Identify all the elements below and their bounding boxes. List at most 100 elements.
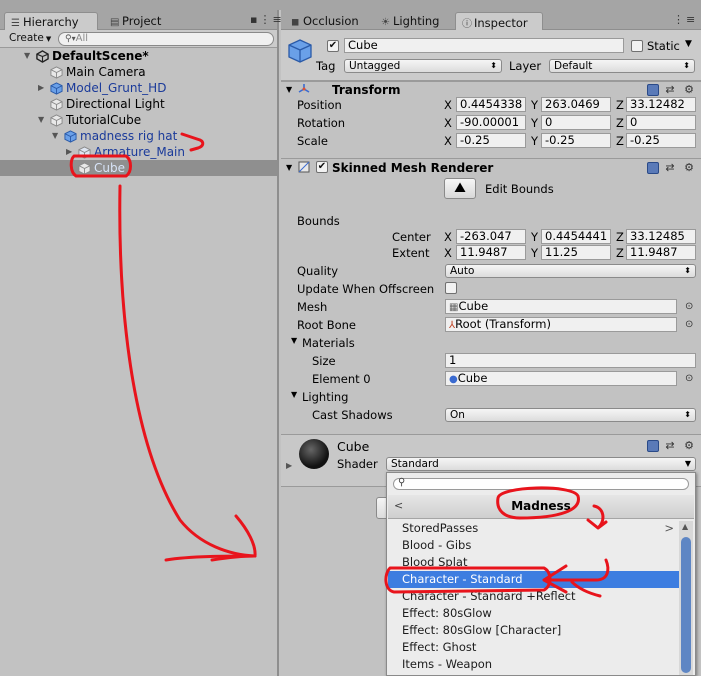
rotation-x-field[interactable]: -90.00001 [456, 115, 526, 130]
popup-scrollbar[interactable]: ▲ [679, 521, 693, 675]
tag-dropdown[interactable]: Untagged ⬍ [344, 59, 502, 73]
shader-dropdown[interactable]: Standard ▼ [386, 457, 696, 471]
expand-arrow-icon[interactable]: ▶ [38, 80, 44, 96]
material-sphere-icon: ● [449, 374, 458, 385]
expand-arrow-icon[interactable]: ▼ [24, 48, 30, 64]
mesh-field[interactable]: ▦Cube [445, 299, 677, 314]
tree-item-cube[interactable]: Cube [0, 160, 277, 176]
panel-menu-icon[interactable]: ⋮≡ [673, 13, 697, 26]
rotation-y-field[interactable]: 0 [541, 115, 611, 130]
position-x-field[interactable]: 0.4454338 [456, 97, 526, 112]
extent-x-field[interactable]: 11.9487 [456, 245, 526, 260]
tree-item-directional-light[interactable]: Directional Light [0, 96, 277, 112]
element0-field[interactable]: ●Cube [445, 371, 677, 386]
tree-item-tutorialcube[interactable]: ▼ TutorialCube [0, 112, 277, 128]
panel-menu-icon[interactable]: ▪⋮≡ [250, 13, 284, 26]
hierarchy-search-input[interactable]: ⚲▾All [58, 32, 274, 46]
y-label: Y [531, 98, 539, 112]
rotation-z-field[interactable]: 0 [626, 115, 696, 130]
scale-x-field[interactable]: -0.25 [456, 133, 526, 148]
materials-size-field[interactable]: 1 [445, 353, 696, 368]
root-bone-field[interactable]: ⅄Root (Transform) [445, 317, 677, 332]
tab-inspector[interactable]: ⓘ Inspector [455, 12, 543, 30]
popup-item[interactable]: Blood Splat [388, 554, 680, 571]
object-picker-icon[interactable]: ⊙ [685, 301, 693, 312]
chevron-down-icon: ▼ [45, 35, 52, 43]
popup-item-label: StoredPasses [402, 521, 479, 535]
tree-item-main-camera[interactable]: Main Camera [0, 64, 277, 80]
element0-label: Element 0 [312, 372, 371, 386]
popup-item[interactable]: Effect: 80sGlow [388, 605, 680, 622]
center-x-field[interactable]: -263.047 [456, 229, 526, 244]
layer-dropdown[interactable]: Default ⬍ [549, 59, 695, 73]
tree-item-armature-main[interactable]: ▶ Armature_Main [0, 144, 277, 160]
static-checkbox[interactable] [631, 40, 643, 52]
tab-hierarchy[interactable]: ☰ Hierarchy [4, 12, 98, 30]
object-picker-icon[interactable]: ⊙ [685, 319, 693, 330]
chevron-down-icon[interactable]: ▼ [685, 39, 692, 49]
popup-item[interactable]: Character - Standard +Reflect [388, 588, 680, 605]
popup-item-highlighted[interactable]: Character - Standard [388, 571, 680, 588]
popup-item[interactable]: StoredPasses > [388, 520, 680, 537]
position-y-field[interactable]: 263.0469 [541, 97, 611, 112]
fold-arrow-icon[interactable]: ▼ [291, 390, 297, 399]
preset-icon[interactable]: ⇄ [665, 83, 677, 96]
prefab-icon [50, 82, 63, 95]
tab-project[interactable]: ▤ Project [104, 12, 174, 30]
settings-gear-icon[interactable]: ⚙ [684, 161, 697, 174]
expand-arrow-icon[interactable]: ▶ [286, 461, 292, 470]
y-label: Y [531, 246, 539, 260]
popup-item[interactable]: Blood - Gibs [388, 537, 680, 554]
object-name-field[interactable]: Cube [344, 38, 624, 53]
preset-icon[interactable]: ⇄ [665, 161, 677, 174]
position-z-field[interactable]: 33.12482 [626, 97, 696, 112]
cast-shadows-dropdown[interactable]: On ⬍ [445, 408, 696, 422]
scroll-up-arrow-icon[interactable]: ▲ [682, 522, 688, 531]
update-offscreen-checkbox[interactable] [445, 282, 457, 294]
tree-item-scene[interactable]: ▼ DefaultScene* [0, 48, 277, 64]
smr-enabled-checkbox[interactable]: ✔ [316, 161, 328, 173]
book-help-icon[interactable] [646, 84, 659, 96]
scale-y-field[interactable]: -0.25 [541, 133, 611, 148]
popup-item[interactable]: Effect: Ghost [388, 639, 680, 656]
center-y-field[interactable]: 0.4454441 [541, 229, 611, 244]
popup-title-bar: < Madness [388, 495, 694, 519]
fold-arrow-icon[interactable]: ▼ [286, 163, 292, 172]
extent-z-field[interactable]: 11.9487 [626, 245, 696, 260]
extent-y-field[interactable]: 11.25 [541, 245, 611, 260]
smr-header[interactable]: ▼ ✔ Skinned Mesh Renderer ⇄ ⚙ [281, 159, 701, 177]
expand-arrow-icon[interactable]: ▼ [52, 128, 58, 144]
occlusion-icon: ◼ [291, 17, 300, 28]
create-dropdown[interactable]: Create ▼ [6, 32, 54, 46]
scale-z-field[interactable]: -0.25 [626, 133, 696, 148]
y-label: Y [531, 134, 539, 148]
fold-arrow-icon[interactable]: ▼ [291, 336, 297, 345]
preset-icon[interactable]: ⇄ [665, 439, 677, 452]
popup-item[interactable]: Items - Weapon [388, 656, 680, 673]
shader-value: Standard [391, 458, 439, 470]
popup-search-input[interactable]: ⚲ [393, 477, 689, 490]
tree-item-label: TutorialCube [66, 113, 142, 127]
book-help-icon[interactable] [646, 162, 659, 174]
center-z-field[interactable]: 33.12485 [626, 229, 696, 244]
book-help-icon[interactable] [646, 440, 659, 452]
chevron-updown-icon: ⬍ [684, 266, 691, 275]
scrollbar-thumb[interactable] [681, 537, 691, 673]
fold-arrow-icon[interactable]: ▼ [286, 85, 292, 94]
tree-item-model-grunt[interactable]: ▶ Model_Grunt_HD [0, 80, 277, 96]
tab-lighting[interactable]: ☀ Lighting [375, 12, 449, 30]
tree-item-madness-rig-hat[interactable]: ▼ madness rig hat [0, 128, 277, 144]
settings-gear-icon[interactable]: ⚙ [684, 439, 697, 452]
tab-occlusion[interactable]: ◼ Occlusion [285, 12, 371, 30]
popup-item[interactable]: Effect: 80sGlow [Character] [388, 622, 680, 639]
expand-arrow-icon[interactable]: ▼ [38, 112, 44, 128]
scale-label: Scale [297, 134, 328, 148]
expand-arrow-icon[interactable]: ▶ [66, 144, 72, 160]
object-picker-icon[interactable]: ⊙ [685, 373, 693, 384]
quality-dropdown[interactable]: Auto ⬍ [445, 264, 696, 278]
edit-bounds-button[interactable]: ⛰ [444, 178, 476, 199]
settings-gear-icon[interactable]: ⚙ [684, 83, 697, 96]
y-label: Y [531, 116, 539, 130]
active-checkbox[interactable]: ✔ [327, 40, 339, 52]
skinned-mesh-icon [298, 161, 310, 173]
